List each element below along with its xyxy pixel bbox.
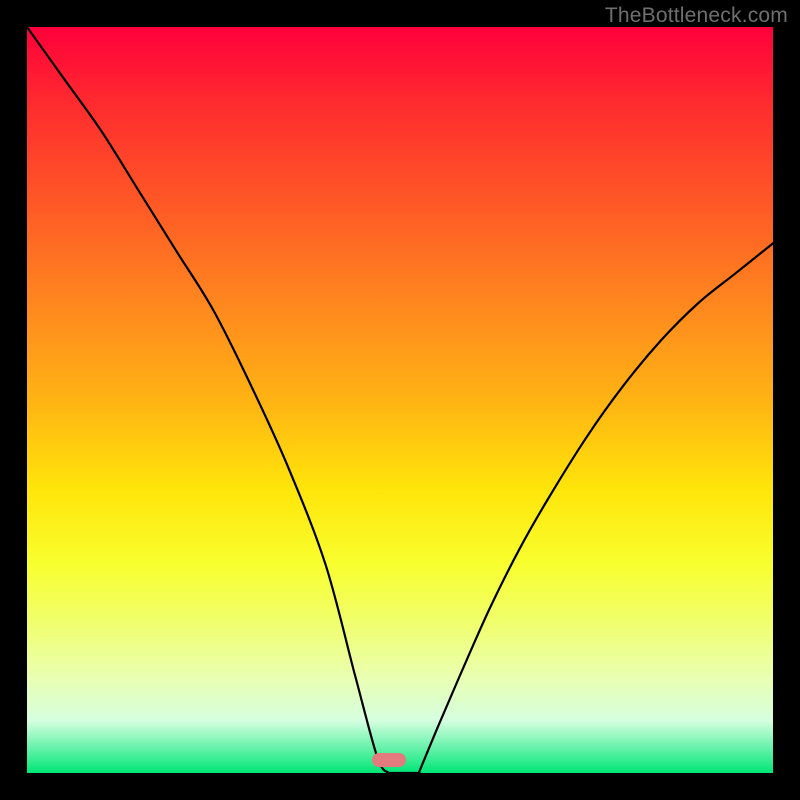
chart-frame: TheBottleneck.com xyxy=(0,0,800,800)
optimal-marker xyxy=(372,753,406,767)
curve-path xyxy=(27,27,773,773)
plot-area xyxy=(27,27,773,773)
bottleneck-curve xyxy=(27,27,773,773)
watermark-text: TheBottleneck.com xyxy=(605,4,788,28)
